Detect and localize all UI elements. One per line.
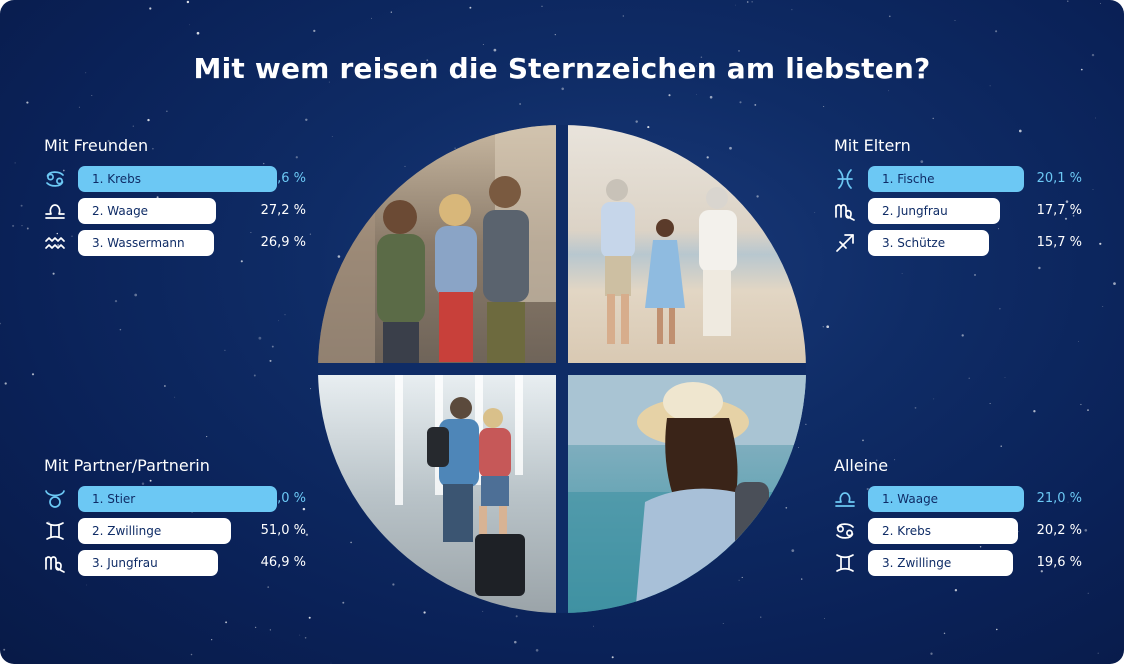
sagittarius-icon: [834, 232, 856, 254]
ranking-value: 21,0 %: [1036, 491, 1082, 506]
alone-photo: [568, 375, 806, 613]
libra-icon: [834, 488, 856, 510]
ranking-row: 1. Stier 52,0 %: [44, 486, 306, 512]
ranking-row: 1. Fische 20,1 %: [834, 166, 1082, 192]
pisces-icon: [834, 168, 856, 190]
ranking-label: 3. Schütze: [868, 230, 989, 256]
ranking-value: 17,7 %: [1036, 203, 1082, 218]
ranking-value: 26,9 %: [260, 235, 306, 250]
panel-alleine: Alleine 1. Waage 21,0 % 2. Krebs 20,2 % …: [834, 455, 1082, 582]
ranking-row: 2. Waage 27,2 %: [44, 198, 306, 224]
ranking-row: 3. Schütze 15,7 %: [834, 230, 1082, 256]
taurus-icon: [44, 488, 66, 510]
ranking-value: 19,6 %: [1036, 555, 1082, 570]
ranking-label: 2. Jungfrau: [868, 198, 1000, 224]
panel-partner: Mit Partner/Partnerin 1. Stier 52,0 % 2.…: [44, 455, 306, 582]
ranking-row: 3. Jungfrau 46,9 %: [44, 550, 306, 576]
ranking-value: 20,1 %: [1036, 171, 1082, 186]
cancer-icon: [834, 520, 856, 542]
ranking-label: 3. Zwillinge: [868, 550, 1013, 576]
ranking-row: 3. Zwillinge 19,6 %: [834, 550, 1082, 576]
gemini-icon: [834, 552, 856, 574]
panel-title: Mit Partner/Partnerin: [44, 456, 210, 475]
ranking-row: 3. Wassermann 26,9 %: [44, 230, 306, 256]
ranking-value: 15,7 %: [1036, 235, 1082, 250]
page-title: Mit wem reisen die Sternzeichen am liebs…: [193, 52, 931, 85]
ranking-value: 46,9 %: [260, 555, 306, 570]
ranking-value: 30,6 %: [260, 171, 306, 186]
ranking-row: 1. Krebs 30,6 %: [44, 166, 306, 192]
ranking-row: 2. Jungfrau 17,7 %: [834, 198, 1082, 224]
ranking-value: 27,2 %: [260, 203, 306, 218]
ranking-row: 2. Krebs 20,2 %: [834, 518, 1082, 544]
panel-eltern: Mit Eltern 1. Fische 20,1 % 2. Jungfrau …: [834, 135, 1082, 262]
panel-freunde: Mit Freunden 1. Krebs 30,6 % 2. Waage 27…: [44, 135, 306, 262]
infographic: Mit wem reisen die Sternzeichen am liebs…: [0, 0, 1124, 664]
panel-title: Alleine: [834, 456, 889, 475]
ranking-label: 2. Waage: [78, 198, 216, 224]
ranking-value: 20,2 %: [1036, 523, 1082, 538]
ranking-value: 52,0 %: [260, 491, 306, 506]
ranking-label: 3. Wassermann: [78, 230, 214, 256]
ranking-label: 1. Krebs: [78, 166, 277, 192]
libra-icon: [44, 200, 66, 222]
ranking-label: 1. Stier: [78, 486, 277, 512]
photo-collage: [318, 125, 806, 613]
ranking-row: 2. Zwillinge 51,0 %: [44, 518, 306, 544]
virgo-icon: [834, 200, 856, 222]
ranking-label: 2. Zwillinge: [78, 518, 231, 544]
partner-photo: [318, 375, 556, 613]
virgo-icon: [44, 552, 66, 574]
panel-title: Mit Eltern: [834, 136, 911, 155]
ranking-label: 2. Krebs: [868, 518, 1018, 544]
friends-photo: [318, 125, 556, 367]
cancer-icon: [44, 168, 66, 190]
gemini-icon: [44, 520, 66, 542]
parents-photo: [568, 125, 806, 363]
ranking-label: 1. Fische: [868, 166, 1024, 192]
ranking-row: 1. Waage 21,0 %: [834, 486, 1082, 512]
aquarius-icon: [44, 232, 66, 254]
ranking-label: 1. Waage: [868, 486, 1024, 512]
ranking-value: 51,0 %: [260, 523, 306, 538]
panel-title: Mit Freunden: [44, 136, 149, 155]
ranking-label: 3. Jungfrau: [78, 550, 218, 576]
